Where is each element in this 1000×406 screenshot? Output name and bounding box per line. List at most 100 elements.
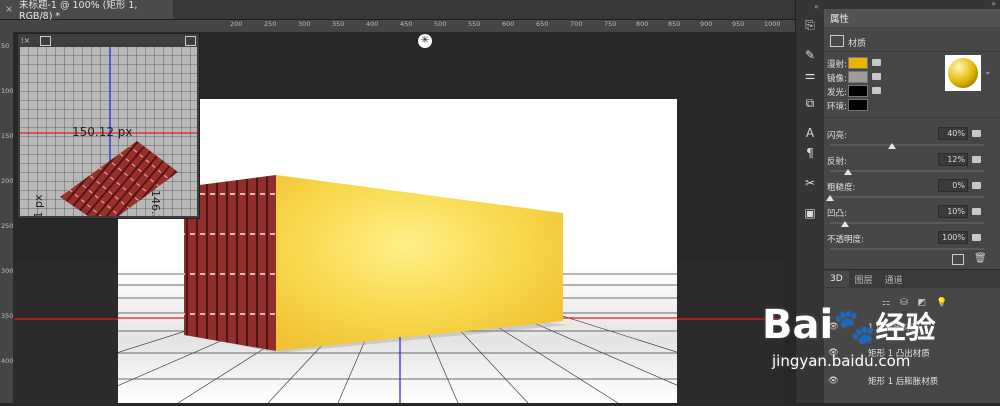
vertical-ruler[interactable]: 50 100 150 200 250 300 350 400: [0, 32, 14, 403]
opacity-value[interactable]: 100%: [938, 231, 968, 244]
filter-light-icon[interactable]: 💡: [936, 298, 947, 308]
ruler-number: 850: [668, 20, 681, 28]
ruler-number: 350: [332, 20, 345, 28]
ruler-number: 900: [700, 20, 713, 28]
ruler-number: 300: [1, 267, 14, 275]
panel-grip-icon[interactable]: ⁞×: [21, 36, 31, 45]
ruler-number: 950: [732, 20, 745, 28]
watermark-brand-text: Bai: [762, 302, 834, 348]
ruler-number: 100: [1, 87, 14, 95]
eye-icon[interactable]: 👁: [828, 376, 844, 386]
ruler-number: 400: [366, 20, 379, 28]
adjustments-icon[interactable]: ⚌: [799, 64, 821, 86]
trash-icon[interactable]: 🗑: [974, 253, 987, 264]
properties-tab-label: 属性: [830, 14, 850, 25]
watermark-brand: Bai🐾经验: [762, 305, 936, 349]
shine-texture-icon[interactable]: [972, 130, 981, 137]
roughness-slider[interactable]: [830, 196, 984, 198]
roughness-value[interactable]: 0%: [938, 179, 968, 192]
bump-slider[interactable]: [830, 222, 984, 224]
horizontal-ruler[interactable]: 200 250 300 350 400 450 500 550 600 650 …: [0, 20, 795, 33]
shine-label: 闪亮:: [827, 131, 847, 141]
diffuse-texture-icon[interactable]: [872, 59, 881, 66]
layer-row[interactable]: 👁 矩形 1 后膨胀材质: [824, 374, 1000, 387]
material-section-title: 材质: [848, 39, 867, 49]
character-icon[interactable]: A: [799, 122, 821, 144]
clone-source-icon[interactable]: ⧉: [799, 92, 821, 114]
material-type-icon: [830, 35, 844, 47]
expand-view-icon[interactable]: [185, 36, 196, 46]
diffuse-label: 漫射:: [827, 60, 847, 70]
shine-value[interactable]: 40%: [938, 127, 968, 140]
properties-panel: 属性 材质 漫射: 镜像: 发光: 环境: ⌄ 闪亮: 40% 反射: 12% …: [824, 9, 1000, 269]
reflection-texture-icon[interactable]: [972, 156, 981, 163]
ruler-number: 750: [604, 20, 617, 28]
watermark-brand-suffix: 经验: [875, 311, 936, 346]
ambient-color-swatch[interactable]: [848, 99, 868, 111]
camera-view-icon[interactable]: [40, 36, 51, 46]
close-tab-icon[interactable]: ×: [5, 4, 13, 15]
secondary-view-window[interactable]: ⁞× 150.12 px 146.31 .31 px: [17, 33, 200, 219]
shine-slider-knob[interactable]: [887, 143, 896, 149]
tab-channels[interactable]: 通道: [879, 270, 909, 289]
opacity-texture-icon[interactable]: [972, 234, 981, 241]
bump-texture-icon[interactable]: [972, 208, 981, 215]
reflection-label: 反射:: [827, 157, 847, 167]
roughness-texture-icon[interactable]: [972, 182, 981, 189]
secondary-view-canvas[interactable]: 150.12 px 146.31 .31 px: [20, 47, 197, 216]
panel-top-bar: »: [824, 0, 1000, 9]
ruler-number: 400: [1, 357, 14, 365]
roughness-label: 粗糙度:: [827, 183, 856, 193]
layer-comps-icon[interactable]: ▣: [799, 202, 821, 224]
vertical-measurement-right: 146.31: [149, 190, 162, 216]
brush-icon[interactable]: ✎: [799, 44, 821, 66]
light-source-icon[interactable]: ✳: [418, 34, 432, 48]
ambient-label: 环境:: [827, 102, 847, 112]
tools-icon[interactable]: ✂: [799, 172, 821, 194]
ruler-number: 200: [230, 20, 243, 28]
ruler-number: 250: [264, 20, 277, 28]
reflection-slider-knob[interactable]: [844, 169, 853, 175]
roughness-slider-knob[interactable]: [826, 195, 834, 201]
reflection-value[interactable]: 12%: [938, 153, 968, 166]
panel-menu-icon[interactable]: »: [991, 0, 996, 8]
illumination-label: 发光:: [827, 88, 847, 98]
paragraph-icon[interactable]: ¶: [799, 142, 821, 164]
collapse-panels-icon[interactable]: «: [814, 2, 819, 11]
diffuse-color-swatch[interactable]: [848, 57, 868, 69]
canvas-pasteboard: [14, 262, 118, 403]
bump-slider-knob[interactable]: [841, 221, 850, 227]
opacity-slider[interactable]: [830, 248, 984, 250]
ruler-number: 550: [468, 20, 481, 28]
tab-3d[interactable]: 3D: [824, 271, 849, 287]
ruler-number: 50: [1, 42, 10, 50]
ruler-number: 300: [298, 20, 311, 28]
document-tab[interactable]: × 未标题-1 @ 100% (矩形 1, RGB/8) *: [0, 0, 173, 22]
history-icon[interactable]: ⎘: [799, 14, 821, 36]
specular-texture-icon[interactable]: [872, 73, 881, 80]
ruler-number: 500: [434, 20, 447, 28]
specular-color-swatch[interactable]: [848, 71, 868, 83]
ruler-number: 800: [636, 20, 649, 28]
chevron-down-icon[interactable]: ⌄: [984, 67, 992, 77]
opacity-label: 不透明度:: [827, 235, 864, 245]
horizontal-measurement: 150.12 px: [72, 125, 133, 139]
bump-value[interactable]: 10%: [938, 205, 968, 218]
ruler-number: 700: [570, 20, 583, 28]
properties-tab[interactable]: 属性: [824, 9, 1000, 27]
illumination-color-swatch[interactable]: [848, 85, 868, 97]
3d-scene[interactable]: [118, 99, 677, 403]
vertical-measurement-left: .31 px: [32, 194, 45, 216]
reflection-slider[interactable]: [830, 170, 984, 172]
illumination-texture-icon[interactable]: [872, 87, 881, 94]
ruler-number: 150: [1, 132, 14, 140]
material-preview[interactable]: [945, 55, 981, 91]
document-tab-bar: × 未标题-1 @ 100% (矩形 1, RGB/8) *: [0, 0, 795, 22]
document-tab-title: 未标题-1 @ 100% (矩形 1, RGB/8) *: [18, 0, 138, 22]
bump-label: 凹凸:: [827, 209, 847, 219]
layer-name: 矩形 1 后膨胀材质: [868, 376, 939, 387]
tab-layers[interactable]: 图层: [849, 270, 879, 289]
document-canvas[interactable]: [118, 99, 677, 403]
shine-slider[interactable]: [830, 144, 984, 146]
new-material-icon[interactable]: [952, 254, 964, 265]
